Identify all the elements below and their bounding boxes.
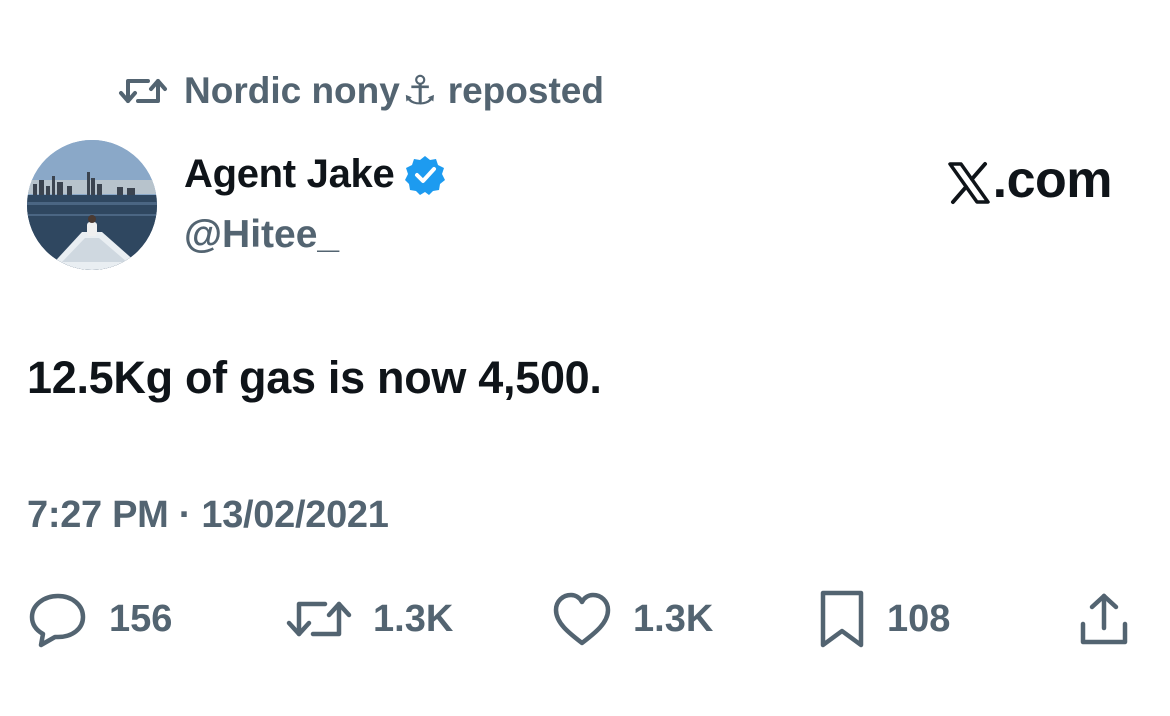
author-name[interactable]: Agent Jake <box>184 152 395 197</box>
author-handle[interactable]: @Hitee_ <box>184 213 339 257</box>
reply-icon <box>27 590 89 648</box>
brand-domain-text: .com <box>992 151 1113 209</box>
avatar[interactable] <box>27 140 157 270</box>
share-icon <box>1075 590 1133 648</box>
bookmark-icon <box>817 589 867 649</box>
tweet-text: 12.5Kg of gas is now 4,500. <box>27 352 602 403</box>
bookmark-count: 108 <box>887 597 951 640</box>
share-button[interactable] <box>1075 588 1133 650</box>
like-button[interactable]: 1.3K <box>551 588 713 650</box>
heart-icon <box>551 591 613 647</box>
like-count: 1.3K <box>633 597 714 640</box>
reply-count: 156 <box>109 597 173 640</box>
repost-count: 1.3K <box>373 597 454 640</box>
author-name-row[interactable]: Agent Jake <box>184 152 446 197</box>
reply-button[interactable]: 156 <box>27 588 172 650</box>
anchor-emoji: ⚓ <box>401 68 438 114</box>
action-bar: 156 1.3K 1.3K 108 <box>27 588 1137 650</box>
tweet-timestamp[interactable]: 7:27 PM · 13/02/2021 <box>27 494 389 537</box>
bookmark-button[interactable]: 108 <box>817 588 950 650</box>
brand-watermark: .com <box>947 150 1113 210</box>
repost-action-label: reposted <box>447 70 604 111</box>
x-logo-icon <box>947 158 991 204</box>
repost-icon <box>118 71 168 111</box>
verified-badge-icon[interactable] <box>404 154 446 196</box>
social-context[interactable]: Nordic nony ⚓ reposted <box>118 66 604 116</box>
repost-icon <box>285 592 353 646</box>
repost-button[interactable]: 1.3K <box>285 588 453 650</box>
reposter-name[interactable]: Nordic nony <box>184 70 400 112</box>
